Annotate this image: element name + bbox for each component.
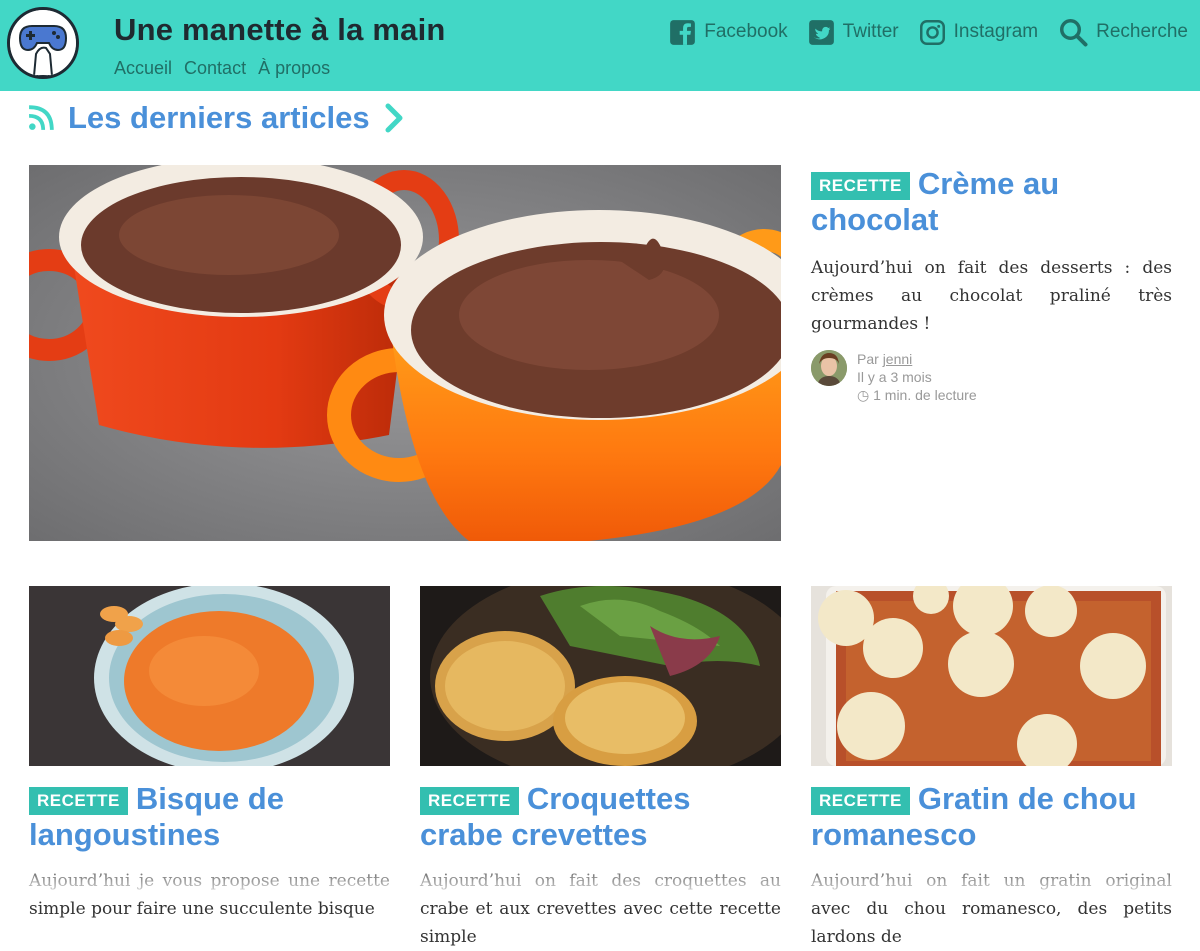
- author-prefix: Par: [857, 351, 879, 367]
- author-avatar[interactable]: [811, 350, 847, 386]
- search-icon: [1060, 19, 1088, 47]
- category-badge[interactable]: RECETTE: [811, 786, 910, 815]
- search-label: Recherche: [1096, 21, 1188, 42]
- meta-text: Par jenni Il y a 3 mois ◷ 1 min. de lect…: [857, 350, 977, 404]
- article-card-image[interactable]: [29, 586, 390, 766]
- author-link[interactable]: jenni: [883, 351, 913, 367]
- instagram-label: Instagram: [953, 21, 1039, 42]
- article-card: RECETTE Bisque de langoustines Aujourd’hu…: [29, 781, 390, 923]
- category-badge[interactable]: RECETTE: [29, 786, 128, 815]
- article-excerpt: Aujourd’hui on fait un gratin original a…: [811, 871, 1172, 947]
- twitter-label: Twitter: [842, 21, 899, 42]
- facebook-icon: [670, 19, 696, 45]
- author-photo: [811, 350, 847, 386]
- site-header: Une manette à la main Accueil Contact À …: [0, 0, 1200, 91]
- twitter-link[interactable]: Twitter: [808, 19, 899, 46]
- search-link[interactable]: Recherche: [1058, 17, 1188, 47]
- croquettes-photo: [420, 586, 781, 766]
- article-title-block: RECETTE Croquettes crabe crevettes: [420, 781, 781, 853]
- reading-time-label: 1 min. de lecture: [873, 387, 977, 403]
- facebook-label: Facebook: [704, 21, 788, 42]
- site-title[interactable]: Une manette à la main: [114, 12, 446, 48]
- reading-time: ◷ 1 min. de lecture: [857, 386, 977, 404]
- nav-item-accueil[interactable]: Accueil: [114, 58, 172, 79]
- nav-item-a-propos[interactable]: À propos: [258, 58, 330, 79]
- bisque-photo: [29, 586, 390, 766]
- article-title-block: RECETTE Gratin de chou romanesco: [811, 781, 1172, 853]
- main-nav: Accueil Contact À propos: [114, 58, 330, 79]
- section-heading: Les derniers articles: [28, 100, 406, 136]
- featured-article-excerpt: Aujourd’hui on fait des desserts : des c…: [811, 258, 1172, 334]
- chocolate-cream-photo: [29, 165, 781, 541]
- post-date: Il y a 3 mois: [857, 369, 932, 385]
- category-badge[interactable]: RECETTE: [420, 786, 519, 815]
- instagram-icon: [919, 19, 945, 45]
- gamepad-hand-logo-icon: [10, 10, 76, 76]
- nav-item-contact[interactable]: Contact: [184, 58, 246, 79]
- category-badge[interactable]: RECETTE: [811, 171, 910, 200]
- article-card-image[interactable]: [420, 586, 781, 766]
- article-title-block: RECETTE Bisque de langoustines: [29, 781, 390, 853]
- featured-article-image[interactable]: [29, 165, 781, 541]
- section-title[interactable]: Les derniers articles: [68, 100, 370, 136]
- gratin-photo: [811, 586, 1172, 766]
- article-meta: Par jenni Il y a 3 mois ◷ 1 min. de lect…: [811, 350, 1172, 404]
- twitter-icon: [808, 19, 834, 45]
- instagram-link[interactable]: Instagram: [919, 19, 1038, 46]
- article-excerpt: Aujourd’hui je vous propose une recette …: [29, 871, 390, 919]
- featured-article: RECETTE Crème au chocolat Aujourd’hui on …: [811, 166, 1172, 404]
- featured-article-title-block: RECETTE Crème au chocolat: [811, 166, 1172, 238]
- article-card-image[interactable]: [811, 586, 1172, 766]
- article-excerpt: Aujourd’hui on fait des croquettes au cr…: [420, 871, 781, 947]
- chevron-right-icon[interactable]: [384, 103, 406, 133]
- article-card: RECETTE Croquettes crabe crevettes Aujour…: [420, 781, 781, 951]
- social-links: Facebook Twitter Instagram Recherche: [669, 17, 1188, 47]
- rss-icon: [28, 105, 54, 131]
- author-line: Par jenni: [857, 350, 977, 368]
- article-card: RECETTE Gratin de chou romanesco Aujourd’…: [811, 781, 1172, 951]
- site-logo[interactable]: [7, 7, 79, 79]
- clock-icon: ◷: [857, 387, 870, 403]
- facebook-link[interactable]: Facebook: [669, 19, 788, 46]
